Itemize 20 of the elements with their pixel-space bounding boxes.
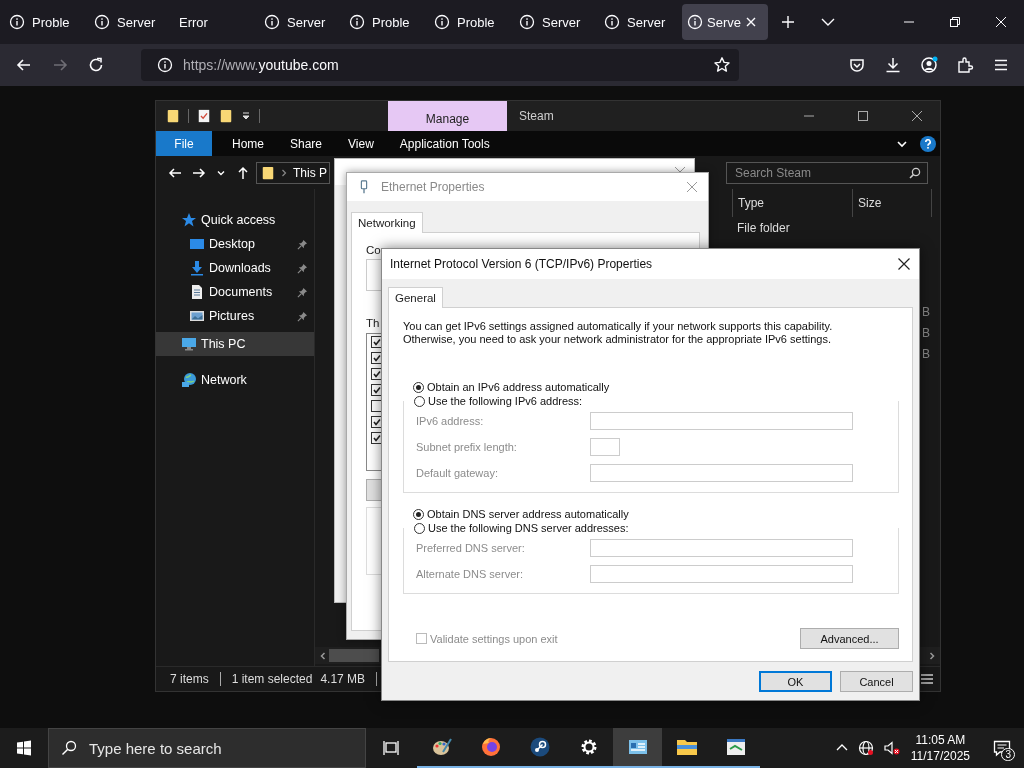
table-cell: File folder bbox=[737, 220, 790, 235]
table-cell: B bbox=[922, 325, 930, 340]
field-label: Subnet prefix length: bbox=[416, 441, 518, 453]
field-label: Alternate DNS server: bbox=[416, 568, 524, 580]
selection-info: 1 item selected bbox=[231, 672, 313, 686]
intro-text: You can get IPv6 settings assigned automatically if your network supports this capability. Otherwise, you need to ask your network administrator for the appropriate IPv6 settings. bbox=[403, 320, 834, 346]
field-label: Preferred DNS server: bbox=[416, 542, 526, 554]
item-count: 7 items bbox=[170, 672, 209, 686]
field-label: IPv6 address: bbox=[416, 415, 485, 427]
table-cell: B bbox=[922, 304, 930, 319]
selection-size: 4.17 MB bbox=[320, 672, 366, 686]
table-cell: B bbox=[922, 346, 930, 361]
dialog-title: Internet Protocol Version 6 (TCP/IPv6) Properties bbox=[390, 257, 653, 271]
field-label: Co bbox=[366, 244, 381, 256]
field-label: Default gateway: bbox=[416, 467, 499, 479]
url-text: https://www.youtube.com bbox=[183, 57, 339, 73]
notification-count-badge: 3 bbox=[1001, 748, 1015, 761]
dialog-title: Ethernet Properties bbox=[381, 180, 485, 194]
field-label: Th bbox=[366, 317, 380, 329]
window-title: Steam bbox=[519, 109, 554, 123]
